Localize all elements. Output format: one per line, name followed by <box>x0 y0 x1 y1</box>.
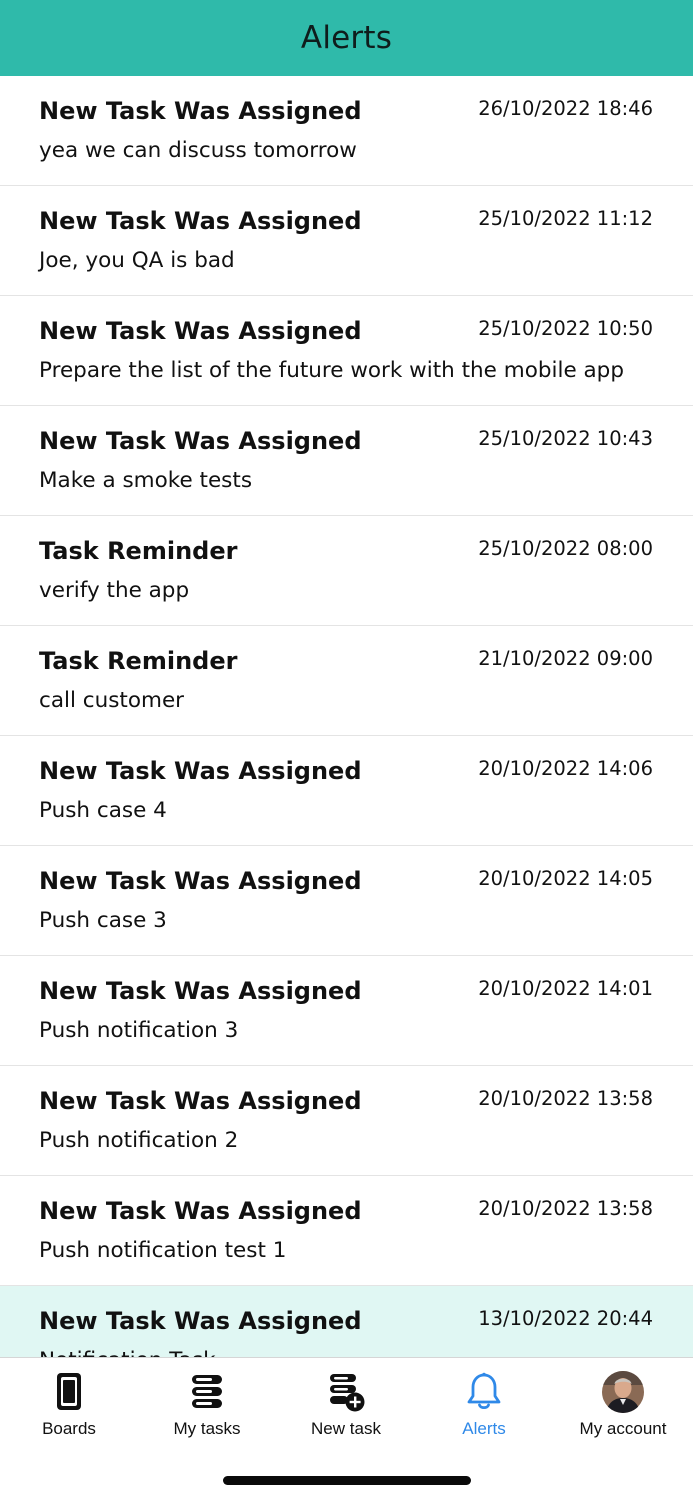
bell-icon <box>462 1370 506 1414</box>
alert-timestamp: 25/10/2022 08:00 <box>478 537 653 560</box>
alert-title: New Task Was Assigned <box>39 977 362 1005</box>
alert-timestamp: 13/10/2022 20:44 <box>478 1307 653 1330</box>
alert-item[interactable]: New Task Was Assigned 20/10/2022 14:05 P… <box>0 846 693 956</box>
alert-timestamp: 20/10/2022 13:58 <box>478 1197 653 1220</box>
header-bar: Alerts <box>0 0 693 76</box>
avatar <box>601 1370 645 1414</box>
tab-alerts[interactable]: Alerts <box>415 1358 553 1450</box>
alert-message: call customer <box>39 688 185 713</box>
alert-timestamp: 20/10/2022 14:06 <box>478 757 653 780</box>
boards-icon <box>47 1370 91 1414</box>
alert-item[interactable]: New Task Was Assigned 20/10/2022 13:58 P… <box>0 1066 693 1176</box>
alert-title: New Task Was Assigned <box>39 867 362 895</box>
alert-timestamp: 20/10/2022 14:05 <box>478 867 653 890</box>
tab-my-tasks[interactable]: My tasks <box>138 1358 276 1450</box>
tab-boards[interactable]: Boards <box>0 1358 138 1450</box>
alert-message: Prepare the list of the future work with… <box>39 358 624 383</box>
alert-timestamp: 25/10/2022 10:43 <box>478 427 653 450</box>
alert-item[interactable]: New Task Was Assigned 20/10/2022 14:06 P… <box>0 736 693 846</box>
alert-title: Task Reminder <box>39 647 238 675</box>
alert-timestamp: 25/10/2022 10:50 <box>478 317 653 340</box>
tab-label: My account <box>579 1419 667 1438</box>
alert-title: New Task Was Assigned <box>39 1197 362 1225</box>
alert-timestamp: 26/10/2022 18:46 <box>478 97 653 120</box>
alert-message: Joe, you QA is bad <box>39 248 235 273</box>
app-screen: Alerts New Task Was Assigned 26/10/2022 … <box>0 0 693 1500</box>
alert-message: Push case 3 <box>39 908 167 933</box>
alert-timestamp: 21/10/2022 09:00 <box>478 647 653 670</box>
alert-item[interactable]: New Task Was Assigned 20/10/2022 13:58 P… <box>0 1176 693 1286</box>
alert-item[interactable]: New Task Was Assigned 25/10/2022 10:50 P… <box>0 296 693 406</box>
alert-timestamp: 25/10/2022 11:12 <box>478 207 653 230</box>
alert-message: Push case 4 <box>39 798 167 823</box>
alert-timestamp: 20/10/2022 14:01 <box>478 977 653 1000</box>
alert-message: Make a smoke tests <box>39 468 253 493</box>
alert-title: New Task Was Assigned <box>39 427 362 455</box>
tab-my-account[interactable]: My account <box>554 1358 692 1450</box>
tab-label: Boards <box>42 1419 96 1438</box>
page-title: Alerts <box>300 20 393 56</box>
alert-message: Push notification 3 <box>39 1018 239 1043</box>
new-task-icon <box>324 1370 368 1414</box>
tab-label: My tasks <box>173 1419 241 1438</box>
alert-item-unread[interactable]: New Task Was Assigned 13/10/2022 20:44 N… <box>0 1286 693 1358</box>
alert-message: Push notification test 1 <box>39 1238 287 1263</box>
home-indicator[interactable] <box>223 1476 471 1485</box>
alert-list[interactable]: New Task Was Assigned 26/10/2022 18:46 y… <box>0 76 693 1358</box>
alert-item[interactable]: New Task Was Assigned 26/10/2022 18:46 y… <box>0 76 693 186</box>
alert-title: New Task Was Assigned <box>39 97 362 125</box>
alert-title: New Task Was Assigned <box>39 317 362 345</box>
alert-title: New Task Was Assigned <box>39 1087 362 1115</box>
alert-message: Push notification 2 <box>39 1128 239 1153</box>
alert-item[interactable]: Task Reminder 25/10/2022 08:00 verify th… <box>0 516 693 626</box>
alert-message: yea we can discuss tomorrow <box>39 138 357 163</box>
alert-title: New Task Was Assigned <box>39 1307 362 1335</box>
alert-message: verify the app <box>39 578 190 603</box>
alert-item[interactable]: Task Reminder 21/10/2022 09:00 call cust… <box>0 626 693 736</box>
tab-label: New task <box>311 1419 381 1438</box>
alert-item[interactable]: New Task Was Assigned 25/10/2022 11:12 J… <box>0 186 693 296</box>
avatar-image <box>602 1371 644 1413</box>
alert-timestamp: 20/10/2022 13:58 <box>478 1087 653 1110</box>
my-tasks-icon <box>185 1370 229 1414</box>
alert-item[interactable]: New Task Was Assigned 20/10/2022 14:01 P… <box>0 956 693 1066</box>
alert-item[interactable]: New Task Was Assigned 25/10/2022 10:43 M… <box>0 406 693 516</box>
tab-new-task[interactable]: New task <box>277 1358 415 1450</box>
alert-title: New Task Was Assigned <box>39 757 362 785</box>
tab-label: Alerts <box>462 1419 506 1438</box>
alert-title: Task Reminder <box>39 537 238 565</box>
alert-title: New Task Was Assigned <box>39 207 362 235</box>
